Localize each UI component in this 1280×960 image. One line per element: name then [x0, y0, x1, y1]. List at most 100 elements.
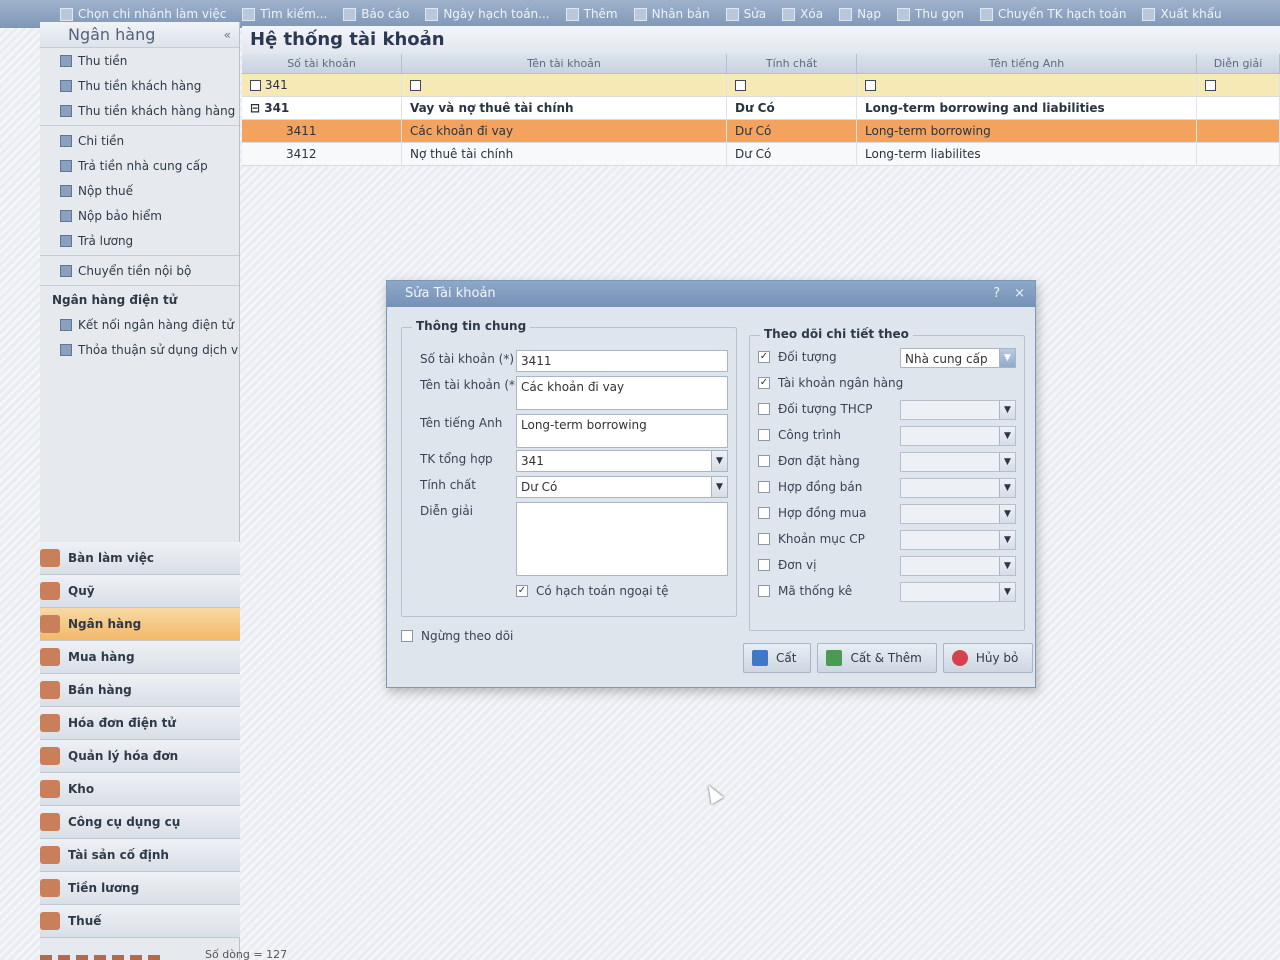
chevron-down-icon[interactable]: ▼	[999, 557, 1015, 575]
toolbar-item[interactable]: Thu gọn	[897, 7, 964, 21]
column-header-account[interactable]: Số tài khoản	[242, 54, 402, 73]
module-2[interactable]: Ngân hàng	[40, 608, 240, 641]
tracking-checkbox[interactable]	[758, 429, 770, 441]
tracking-checkbox[interactable]	[758, 585, 770, 597]
tracking-checkbox[interactable]	[758, 455, 770, 467]
toolbar-item[interactable]: Báo cáo	[343, 7, 409, 21]
table-row-selected[interactable]: 3411 Các khoản đi vay Dư Có Long-term bo…	[242, 120, 1280, 143]
tracking-checkbox[interactable]	[758, 403, 770, 415]
account-name-input[interactable]: Các khoản đi vay	[516, 376, 728, 410]
filter-icon[interactable]	[1205, 80, 1216, 91]
tracking-option[interactable]: Đơn đặt hàng	[758, 454, 860, 468]
tracking-combo[interactable]: ▼	[900, 504, 1016, 524]
toolbar-item[interactable]: Nạp	[839, 7, 881, 21]
module-3[interactable]: Mua hàng	[40, 641, 240, 674]
module-4[interactable]: Bán hàng	[40, 674, 240, 707]
description-textarea[interactable]	[516, 502, 728, 576]
dialog-titlebar[interactable]: Sửa Tài khoản ? ×	[387, 281, 1035, 307]
tracking-checkbox[interactable]	[758, 507, 770, 519]
english-name-input[interactable]: Long-term borrowing	[516, 414, 728, 448]
stop-tracking-option[interactable]: Ngừng theo dõi	[401, 629, 513, 643]
shortcut-icon[interactable]	[112, 955, 124, 960]
foreign-currency-option[interactable]: ✓ Có hạch toán ngoại tệ	[516, 584, 669, 598]
shortcut-icon[interactable]	[94, 955, 106, 960]
sidebar-item[interactable]: Trả lương	[60, 228, 239, 253]
module-6[interactable]: Quản lý hóa đơn	[40, 740, 240, 773]
account-no-input[interactable]: 3411	[516, 350, 728, 372]
tracking-checkbox[interactable]: ✓	[758, 351, 770, 363]
module-8[interactable]: Công cụ dụng cụ	[40, 806, 240, 839]
filter-icon[interactable]	[250, 80, 261, 91]
shortcut-icon[interactable]	[148, 955, 160, 960]
filter-english-cell[interactable]	[857, 74, 1197, 96]
sidebar-item[interactable]: Thu tiền khách hàng	[60, 73, 239, 98]
tracking-checkbox[interactable]	[758, 559, 770, 571]
save-and-add-button[interactable]: Cất & Thêm	[817, 643, 937, 673]
column-header-description[interactable]: Diễn giải	[1197, 54, 1280, 73]
chevron-down-icon[interactable]: ▼	[999, 349, 1015, 367]
tracking-option[interactable]: Đơn vị	[758, 558, 817, 572]
shortcut-icon[interactable]	[130, 955, 142, 960]
module-7[interactable]: Kho	[40, 773, 240, 806]
sidebar-item[interactable]: Thỏa thuận sử dụng dịch vụ	[60, 337, 239, 362]
tracking-option[interactable]: Khoản mục CP	[758, 532, 865, 546]
toolbar-item[interactable]: Nhân bản	[633, 7, 710, 21]
nature-select[interactable]: Dư Có ▼	[516, 476, 728, 498]
tracking-combo[interactable]: ▼	[900, 478, 1016, 498]
sidebar-item[interactable]: Nộp bảo hiểm	[60, 203, 239, 228]
module-0[interactable]: Bàn làm việc	[40, 542, 240, 575]
filter-account-cell[interactable]: 341	[242, 74, 402, 96]
sidebar-item[interactable]: Nộp thuế	[60, 178, 239, 203]
toolbar-item[interactable]: Chọn chi nhánh làm việc	[60, 7, 226, 21]
sidebar-item[interactable]: Kết nối ngân hàng điện tử	[60, 312, 239, 337]
toolbar-item[interactable]: Tìm kiếm...	[242, 7, 327, 21]
sidebar-item[interactable]: Chi tiền	[60, 128, 239, 153]
tracking-combo[interactable]: ▼	[900, 452, 1016, 472]
toolbar-item[interactable]: Chuyển TK hạch toán	[979, 7, 1126, 21]
toolbar-item[interactable]: Xóa	[782, 7, 823, 21]
toolbar-item[interactable]: Xuất khẩu	[1142, 7, 1222, 21]
filter-name-cell[interactable]	[402, 74, 727, 96]
chevron-down-icon[interactable]: ▼	[711, 451, 727, 471]
module-5[interactable]: Hóa đơn điện tử	[40, 707, 240, 740]
tracking-combo[interactable]: ▼	[900, 582, 1016, 602]
tracking-combo[interactable]: Nhà cung cấp ▼	[900, 348, 1016, 368]
close-icon[interactable]: ×	[1014, 281, 1025, 307]
tracking-option[interactable]: Mã thống kê	[758, 584, 852, 598]
cancel-button[interactable]: Hủy bỏ	[942, 643, 1034, 673]
filter-icon[interactable]	[865, 80, 876, 91]
filter-icon[interactable]	[410, 80, 421, 91]
toolbar-item[interactable]: Sửa	[725, 7, 766, 21]
chevron-down-icon[interactable]: ▼	[999, 453, 1015, 471]
sidebar-item[interactable]: Thu tiền khách hàng hàng l...	[60, 98, 239, 123]
table-row[interactable]: 3412 Nợ thuê tài chính Dư Có Long-term l…	[242, 143, 1280, 166]
module-1[interactable]: Quỹ	[40, 575, 240, 608]
collapse-icon[interactable]: «	[224, 28, 231, 42]
tracking-combo[interactable]: ▼	[900, 530, 1016, 550]
shortcut-icon[interactable]	[40, 955, 52, 960]
filter-nature-cell[interactable]	[727, 74, 857, 96]
tracking-checkbox[interactable]	[758, 481, 770, 493]
column-header-nature[interactable]: Tính chất	[727, 54, 857, 73]
tracking-checkbox[interactable]	[758, 533, 770, 545]
tracking-option[interactable]: Hợp đồng mua	[758, 506, 866, 520]
tracking-checkbox[interactable]: ✓	[758, 377, 770, 389]
shortcut-icon[interactable]	[76, 955, 88, 960]
toolbar-item[interactable]: Ngày hạch toán...	[425, 7, 550, 21]
tracking-combo[interactable]: ▼	[900, 400, 1016, 420]
tracking-option[interactable]: ✓ Đối tượng	[758, 350, 837, 364]
sidebar-item-internal-transfer[interactable]: Chuyển tiền nội bộ	[60, 258, 239, 283]
chevron-down-icon[interactable]: ▼	[999, 531, 1015, 549]
sidebar-item[interactable]: Thu tiền	[60, 48, 239, 73]
toolbar-item[interactable]: Thêm	[565, 7, 618, 21]
sidebar-item[interactable]: Trả tiền nhà cung cấp	[60, 153, 239, 178]
chevron-down-icon[interactable]: ▼	[999, 505, 1015, 523]
chevron-down-icon[interactable]: ▼	[711, 477, 727, 497]
foreign-currency-checkbox[interactable]: ✓	[516, 585, 528, 597]
module-11[interactable]: Thuế	[40, 905, 240, 938]
tracking-combo[interactable]: ▼	[900, 556, 1016, 576]
stop-tracking-checkbox[interactable]	[401, 630, 413, 642]
save-button[interactable]: Cất	[743, 643, 812, 673]
parent-account-select[interactable]: 341 ▼	[516, 450, 728, 472]
filter-description-cell[interactable]	[1197, 74, 1280, 96]
